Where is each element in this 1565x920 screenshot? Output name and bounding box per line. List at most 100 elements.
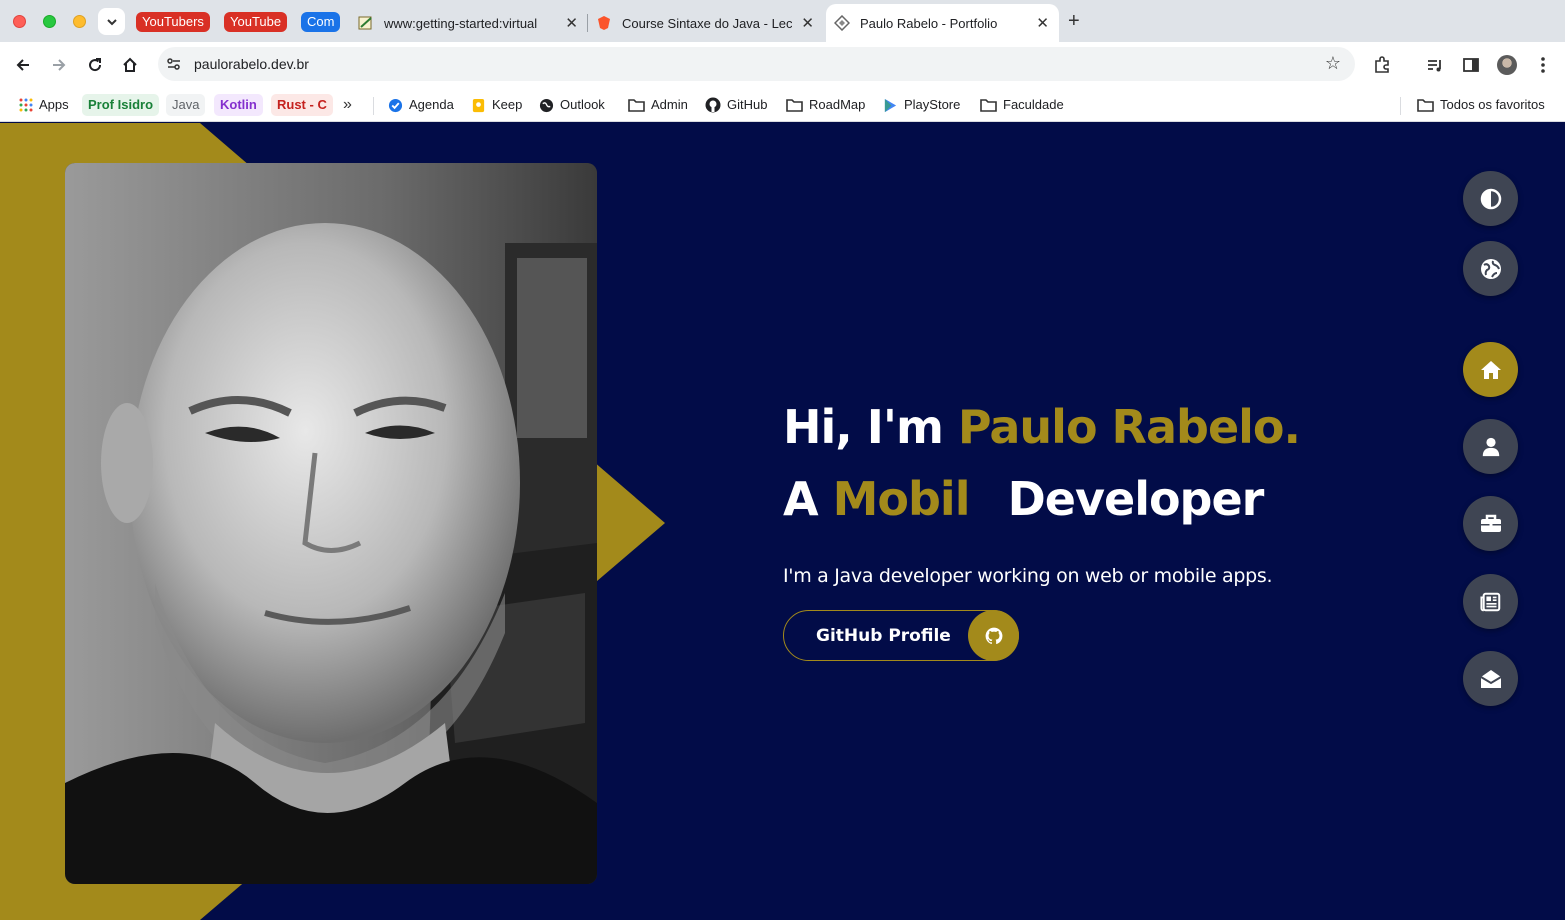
github-profile-button[interactable]: GitHub Profile (783, 610, 1019, 661)
github-icon (968, 610, 1019, 661)
check-circle-icon (388, 98, 403, 113)
arrow-right-icon (53, 59, 66, 71)
portrait-image (65, 163, 597, 884)
url-text[interactable]: paulorabelo.dev.br (194, 56, 309, 72)
bookmark-admin[interactable]: Admin (628, 94, 688, 116)
user-icon (1482, 437, 1499, 456)
bookmark-keep[interactable]: Keep (471, 94, 522, 116)
bookmark-separator (1400, 97, 1401, 115)
apps-grid-icon (19, 98, 33, 112)
briefcase-icon (1480, 514, 1501, 532)
tab-course-java[interactable]: Course Sintaxe do Java - Lec ✕ (588, 4, 824, 42)
globe-icon (1480, 258, 1501, 279)
brave-icon (596, 15, 612, 31)
theme-toggle-icon (1480, 188, 1501, 209)
newspaper-icon (1479, 592, 1500, 611)
bookmark-label: PlayStore (904, 97, 961, 112)
tab-group-youtubers[interactable]: YouTubers (136, 12, 210, 32)
bookmark-roadmap[interactable]: RoadMap (786, 94, 865, 116)
bookmark-folder-prof-isidro[interactable]: Prof Isidro (82, 94, 160, 116)
side-panel-icon[interactable] (1459, 53, 1483, 77)
media-controls-icon[interactable] (1423, 53, 1447, 77)
bookmark-playstore[interactable]: PlayStore (883, 94, 960, 116)
line2-prefix: A (783, 472, 819, 526)
folder-icon (628, 98, 645, 112)
language-button[interactable] (1463, 241, 1518, 296)
tab-title: Course Sintaxe do Java - Lec (622, 15, 792, 31)
bookmark-folder-rust[interactable]: Rust - C (271, 94, 333, 116)
tab-title: Paulo Rabelo - Portfolio (860, 15, 998, 31)
bookmark-label: Faculdade (1003, 97, 1064, 112)
bookmark-star-icon[interactable]: ☆ (1325, 53, 1341, 74)
bookmark-faculdade[interactable]: Faculdade (980, 94, 1064, 116)
maximize-window-button[interactable] (43, 15, 56, 28)
hero-heading: Hi, I'm Paulo Rabelo. A Mobile Developer (783, 391, 1301, 535)
forward-button[interactable] (46, 52, 72, 78)
more-menu-icon[interactable] (1531, 53, 1555, 77)
bookmark-folder-java[interactable]: Java (166, 94, 206, 116)
home-icon (1480, 360, 1501, 379)
new-tab-button[interactable]: + (1068, 10, 1080, 33)
tab-title: www:getting-started:virtual (384, 15, 538, 31)
folder-icon (1417, 98, 1434, 112)
bookmark-label: Agenda (409, 97, 454, 112)
address-bar[interactable]: paulorabelo.dev.br ☆ (158, 47, 1355, 81)
bookmark-all-favorites[interactable]: Todos os favoritos (1417, 94, 1545, 116)
tab-getting-started[interactable]: www:getting-started:virtual ✕ (350, 4, 588, 42)
bookmark-github[interactable]: GitHub (705, 94, 767, 116)
globe-small-icon (539, 98, 554, 113)
bookmark-label: Apps (39, 97, 69, 112)
bookmarks-bar: Apps Prof Isidro Java Kotlin Rust - C » … (0, 87, 1565, 122)
tab-group-youtube[interactable]: YouTube (224, 12, 288, 32)
greeting-text: Hi, I'm (783, 400, 944, 454)
close-window-button[interactable] (13, 15, 26, 28)
hero-description: I'm a Java developer working on web or m… (783, 565, 1273, 587)
close-tab-icon[interactable]: ✕ (801, 14, 814, 32)
bookmark-apps[interactable]: Apps (19, 94, 69, 116)
arrow-left-icon (16, 59, 29, 71)
tab-group-com[interactable]: Com (301, 12, 341, 32)
extensions-icon[interactable] (1370, 53, 1394, 77)
home-button[interactable] (117, 52, 143, 78)
tab-search-button[interactable] (98, 8, 125, 35)
hero-line-2: A Mobile Developer (783, 463, 1300, 535)
hero-section: Hi, I'm Paulo Rabelo. A MobileDeveloper … (783, 391, 1301, 587)
hero-line-1: Hi, I'm Paulo Rabelo. (783, 391, 1301, 463)
nav-contact-button[interactable] (1463, 651, 1518, 706)
tab-portfolio-active[interactable]: Paulo Rabelo - Portfolio ✕ (826, 4, 1059, 42)
typed-role-word: Mobile (832, 472, 970, 526)
profile-avatar[interactable] (1497, 55, 1517, 75)
chevron-down-icon (106, 18, 117, 25)
folder-icon (980, 98, 997, 112)
keep-icon (471, 98, 486, 113)
nav-blog-button[interactable] (1463, 574, 1518, 629)
bookmark-label: Admin (651, 97, 688, 112)
nav-home-button[interactable] (1463, 342, 1518, 397)
close-tab-icon[interactable]: ✕ (565, 14, 578, 32)
hero-name: Paulo Rabelo. (957, 400, 1301, 454)
home-outline-icon (123, 57, 137, 72)
reload-button[interactable] (82, 52, 108, 78)
back-button[interactable] (10, 52, 36, 78)
bookmark-label: GitHub (727, 97, 768, 112)
profile-photo (65, 163, 597, 884)
reload-icon (89, 58, 102, 72)
theme-toggle-button[interactable] (1463, 171, 1518, 226)
bookmark-agenda[interactable]: Agenda (388, 94, 454, 116)
bookmark-outlook[interactable]: Outlook (539, 94, 605, 116)
line2-suffix: Developer (1007, 472, 1265, 526)
browser-toolbar: paulorabelo.dev.br ☆ (0, 42, 1565, 87)
close-tab-icon[interactable]: ✕ (1036, 14, 1049, 32)
wiki-icon (358, 15, 374, 31)
site-info-icon[interactable] (166, 56, 182, 77)
bookmark-label: Outlook (560, 97, 605, 112)
github-profile-label: GitHub Profile (816, 625, 951, 646)
more-bookmarks-chevron-icon[interactable]: » (343, 94, 352, 116)
minimize-window-button[interactable] (73, 15, 86, 28)
play-icon (883, 98, 898, 113)
nav-portfolio-button[interactable] (1463, 496, 1518, 551)
bookmark-label: Todos os favoritos (1440, 97, 1545, 112)
nav-about-button[interactable] (1463, 419, 1518, 474)
github-icon (705, 97, 721, 113)
bookmark-folder-kotlin[interactable]: Kotlin (214, 94, 263, 116)
